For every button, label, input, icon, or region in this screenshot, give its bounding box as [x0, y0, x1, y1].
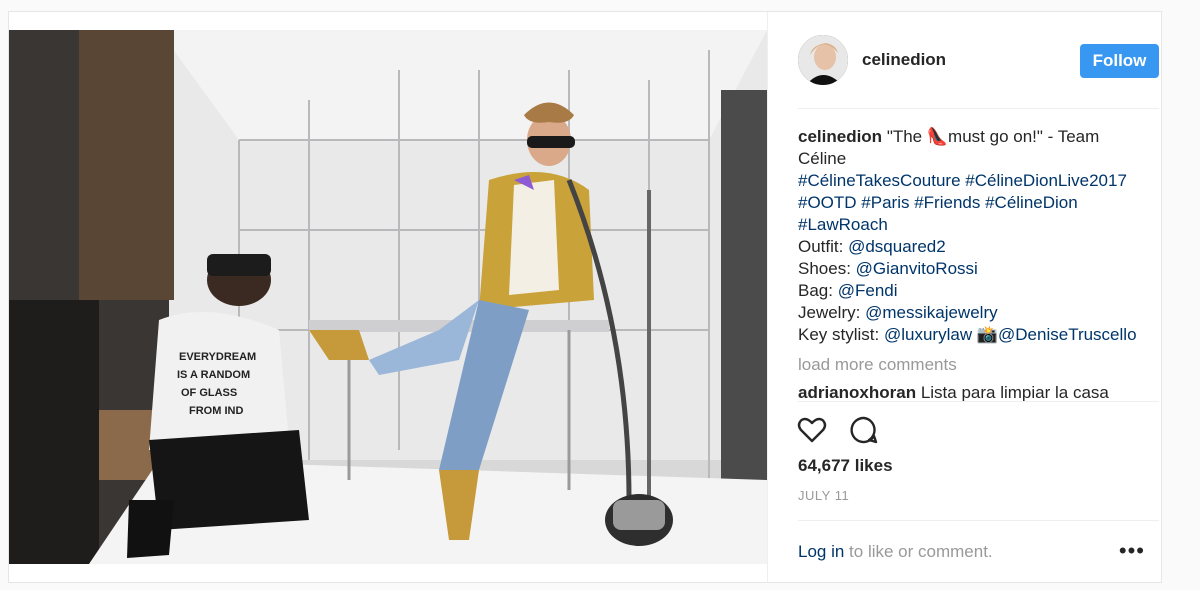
- post-actions: [796, 412, 880, 448]
- credit-stylist: Key stylist: @luxurylaw 📸@DeniseTruscell…: [798, 324, 1155, 346]
- actions-divider: [798, 401, 1159, 402]
- mention[interactable]: @DeniseTruscello: [998, 325, 1137, 344]
- comment-text: Lista para limpiar la casa: [920, 383, 1109, 401]
- credit-jewelry: Jewelry: @messikajewelry: [798, 302, 1155, 324]
- svg-text:FROM IND: FROM IND: [189, 405, 243, 417]
- header-divider: [798, 108, 1159, 109]
- hashtags-line-2: #OOTD #Paris #Friends #CélineDion: [798, 192, 1155, 214]
- post-footer: Log in to like or comment. •••: [798, 520, 1161, 584]
- hashtag[interactable]: #CélineDionLive2017: [965, 171, 1127, 190]
- heel-emoji: 👠: [926, 127, 949, 146]
- heart-icon[interactable]: [796, 414, 828, 446]
- login-prompt: Log in to like or comment.: [798, 542, 993, 562]
- hashtag[interactable]: #LawRoach: [798, 215, 888, 234]
- hashtags-line-3: #LawRoach: [798, 214, 1155, 236]
- mention[interactable]: @messikajewelry: [865, 303, 998, 322]
- caption-username[interactable]: celinedion: [798, 127, 882, 146]
- credit-label: Key stylist:: [798, 325, 880, 344]
- credit-outfit: Outfit: @dsquared2: [798, 236, 1155, 258]
- caption-line-2: Céline: [798, 149, 847, 168]
- load-more-comments[interactable]: load more comments: [798, 354, 1155, 376]
- post-side-panel: celinedion Follow celinedion "The 👠must …: [767, 12, 1161, 582]
- credit-label: Shoes:: [798, 259, 851, 278]
- credit-label: Jewelry:: [798, 303, 861, 322]
- more-options-icon[interactable]: •••: [1119, 540, 1145, 562]
- hashtag[interactable]: #Friends: [914, 193, 980, 212]
- post-photo[interactable]: EVERYDREAM IS A RANDOM OF GLASS FROM IND: [9, 30, 767, 564]
- mention[interactable]: @Fendi: [838, 281, 898, 300]
- comment-username[interactable]: adrianoxhoran: [798, 383, 916, 401]
- follow-button[interactable]: Follow: [1080, 44, 1159, 78]
- mention[interactable]: @luxurylaw: [884, 325, 972, 344]
- header-username[interactable]: celinedion: [862, 50, 946, 70]
- credit-bag: Bag: @Fendi: [798, 280, 1155, 302]
- svg-text:IS A RANDOM: IS A RANDOM: [177, 369, 250, 381]
- likes-count[interactable]: 64,677 likes: [798, 456, 893, 476]
- credit-label: Bag:: [798, 281, 833, 300]
- hashtag[interactable]: #OOTD: [798, 193, 857, 212]
- comments-section: celinedion "The 👠must go on!" - Team Cél…: [798, 126, 1155, 401]
- mention[interactable]: @dsquared2: [848, 237, 946, 256]
- hashtag[interactable]: #Paris: [861, 193, 909, 212]
- credit-shoes: Shoes: @GianvitoRossi: [798, 258, 1155, 280]
- login-link[interactable]: Log in: [798, 542, 844, 561]
- credit-label: Outfit:: [798, 237, 844, 256]
- login-prompt-text: to like or comment.: [844, 542, 993, 561]
- caption-line-1: celinedion "The 👠must go on!" - Team: [798, 126, 1155, 148]
- post-header: celinedion Follow: [798, 12, 1161, 108]
- post-date[interactable]: JULY 11: [798, 488, 849, 503]
- caption-text-1: "The: [886, 127, 927, 146]
- hashtag[interactable]: #CélineDion: [985, 193, 1078, 212]
- mention[interactable]: @GianvitoRossi: [856, 259, 978, 278]
- comment-icon[interactable]: [848, 414, 880, 446]
- comment-item: adrianoxhoran Lista para limpiar la casa: [798, 382, 1155, 401]
- camera-emoji: 📸: [976, 325, 999, 344]
- avatar[interactable]: [798, 35, 848, 85]
- hashtags-line-1: #CélineTakesCouture #CélineDionLive2017: [798, 170, 1155, 192]
- svg-text:OF GLASS: OF GLASS: [181, 387, 237, 399]
- hashtag[interactable]: #CélineTakesCouture: [798, 171, 961, 190]
- instagram-post: EVERYDREAM IS A RANDOM OF GLASS FROM IND: [8, 11, 1162, 583]
- caption-text-2: must go on!" - Team: [948, 127, 1100, 146]
- svg-text:EVERYDREAM: EVERYDREAM: [179, 351, 256, 363]
